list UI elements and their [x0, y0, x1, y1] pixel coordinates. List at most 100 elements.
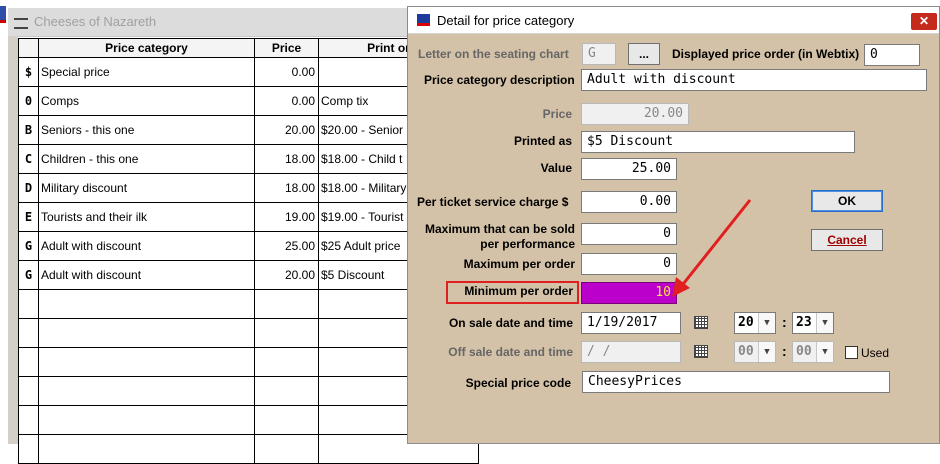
service-charge-field[interactable]: 0.00	[581, 191, 677, 213]
description-label: Price category description	[424, 73, 575, 87]
chevron-down-icon[interactable]: ▼	[758, 313, 775, 333]
value-label: Value	[540, 161, 572, 175]
used-checkbox[interactable]	[845, 346, 858, 359]
column-header-price[interactable]: Price	[254, 38, 319, 58]
dialog-title: Detail for price category	[437, 13, 575, 28]
background-window-title: Cheeses of Nazareth	[34, 14, 157, 29]
annotation-highlight-box	[446, 281, 579, 304]
row-letter-cell: $	[18, 57, 39, 87]
value-field[interactable]: 25.00	[581, 158, 677, 180]
row-price-cell: 18.00	[254, 144, 319, 174]
dialog-titlebar[interactable]: Detail for price category ✕	[408, 7, 939, 34]
displayed-order-label: Displayed price order (in Webtix)	[672, 47, 860, 61]
off-sale-hour-value: 00	[738, 344, 754, 359]
ok-button[interactable]: OK	[811, 190, 883, 212]
empty-cell	[254, 405, 319, 435]
row-price-cell: 0.00	[254, 86, 319, 116]
empty-cell	[38, 434, 255, 464]
price-label: Price	[542, 107, 572, 121]
row-price-cell: 18.00	[254, 173, 319, 203]
time-separator: :	[782, 343, 787, 359]
row-letter-cell: B	[18, 115, 39, 145]
row-price-cell: 20.00	[254, 260, 319, 290]
app-icon	[0, 6, 6, 23]
row-letter-cell: E	[18, 202, 39, 232]
empty-cell	[18, 318, 39, 348]
max-order-field[interactable]: 0	[581, 253, 677, 275]
empty-cell	[254, 434, 319, 464]
row-letter-cell: 0	[18, 86, 39, 116]
empty-cell	[254, 347, 319, 377]
price-category-detail-dialog: Detail for price category ✕ Letter on th…	[407, 6, 940, 444]
empty-cell	[38, 405, 255, 435]
row-price-cell: 0.00	[254, 57, 319, 87]
min-order-field[interactable]: 10	[581, 282, 677, 304]
background-window-titlebar[interactable]: Cheeses of Nazareth	[8, 8, 428, 37]
row-price-cell: 19.00	[254, 202, 319, 232]
printed-as-label: Printed as	[513, 134, 572, 148]
row-letter-cell: D	[18, 173, 39, 203]
empty-cell	[38, 318, 255, 348]
price-field: 20.00	[581, 103, 689, 125]
printed-as-field[interactable]: $5 Discount	[581, 131, 855, 153]
max-order-label: Maximum per order	[463, 257, 575, 271]
row-price-cell: 20.00	[254, 115, 319, 145]
max-sold-field[interactable]: 0	[581, 223, 677, 245]
empty-cell	[254, 376, 319, 406]
off-sale-date-field: / /	[581, 341, 681, 363]
close-button[interactable]: ✕	[911, 13, 937, 30]
time-separator: :	[782, 314, 787, 330]
special-code-label: Special price code	[465, 376, 571, 390]
chevron-down-icon: ▼	[758, 342, 775, 362]
empty-cell	[38, 289, 255, 319]
description-field[interactable]: Adult with discount	[581, 69, 927, 91]
empty-cell	[38, 347, 255, 377]
chevron-down-icon: ▼	[816, 342, 833, 362]
max-sold-label-line2: per performance	[480, 237, 575, 251]
column-header-letter[interactable]	[18, 38, 39, 58]
row-category-cell: Seniors - this one	[38, 115, 255, 145]
ellipsis-button[interactable]: ...	[628, 43, 660, 65]
on-sale-date-field[interactable]: 1/19/2017	[581, 312, 681, 334]
letter-field: G	[582, 43, 616, 65]
row-category-cell: Adult with discount	[38, 260, 255, 290]
calendar-icon	[694, 345, 708, 358]
off-sale-calendar-button[interactable]	[690, 341, 712, 363]
on-sale-minute-select[interactable]: 23 ▼	[792, 312, 834, 334]
chevron-down-icon[interactable]: ▼	[816, 313, 833, 333]
on-sale-hour-value: 20	[738, 315, 754, 330]
row-letter-cell: G	[18, 231, 39, 261]
dialog-app-icon	[417, 14, 430, 26]
row-category-cell: Children - this one	[38, 144, 255, 174]
row-letter-cell: G	[18, 260, 39, 290]
empty-cell	[254, 289, 319, 319]
row-price-cell: 25.00	[254, 231, 319, 261]
empty-cell	[18, 434, 39, 464]
max-sold-label-line1: Maximum that can be sold	[424, 222, 575, 236]
calendar-icon	[694, 316, 708, 329]
row-category-cell: Tourists and their ilk	[38, 202, 255, 232]
on-sale-minute-value: 23	[796, 315, 812, 330]
row-category-cell: Special price	[38, 57, 255, 87]
empty-cell	[18, 405, 39, 435]
row-category-cell: Adult with discount	[38, 231, 255, 261]
background-window-left-frame	[8, 36, 18, 444]
on-sale-hour-select[interactable]: 20 ▼	[734, 312, 776, 334]
empty-cell	[254, 318, 319, 348]
empty-cell	[18, 289, 39, 319]
displayed-order-field[interactable]: 0	[864, 44, 920, 66]
system-menu-icon[interactable]	[14, 18, 28, 29]
cancel-button[interactable]: Cancel	[811, 229, 883, 251]
row-category-cell: Comps	[38, 86, 255, 116]
service-charge-label: Per ticket service charge $	[417, 195, 569, 209]
empty-cell	[18, 376, 39, 406]
row-category-cell: Military discount	[38, 173, 255, 203]
empty-cell	[38, 376, 255, 406]
special-code-field[interactable]: CheesyPrices	[582, 371, 890, 393]
empty-cell	[18, 347, 39, 377]
off-sale-minute-select: 00 ▼	[792, 341, 834, 363]
off-sale-label: Off sale date and time	[448, 345, 573, 359]
column-header-price-category[interactable]: Price category	[38, 38, 255, 58]
on-sale-calendar-button[interactable]	[690, 312, 712, 334]
off-sale-minute-value: 00	[796, 344, 812, 359]
